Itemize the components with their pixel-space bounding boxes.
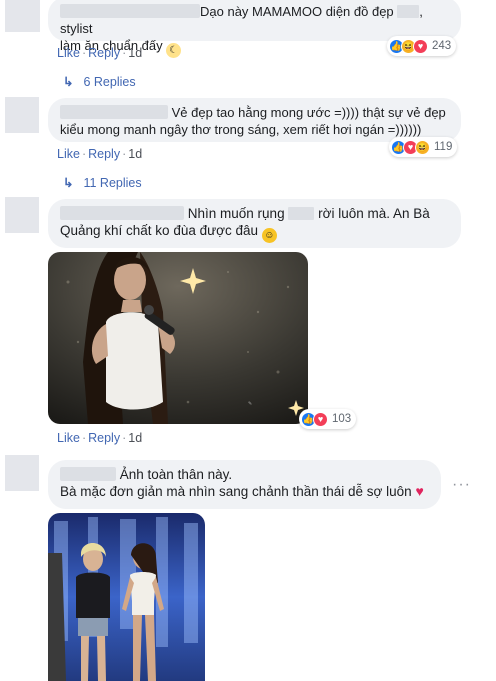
reaction-summary[interactable]: 👍 ♥ 103 bbox=[299, 409, 357, 429]
comment-actions: Like · Reply · 1d bbox=[57, 147, 143, 161]
stage-photo-image bbox=[48, 513, 205, 681]
comment-text: kiểu mong manh ngây thơ trong sáng, xem … bbox=[60, 122, 422, 137]
smiling-face-emoji-icon: ☺ bbox=[261, 228, 277, 243]
reaction-count: 119 bbox=[434, 141, 453, 153]
more-options-icon[interactable]: ··· bbox=[452, 476, 471, 494]
avatar[interactable] bbox=[5, 197, 39, 233]
love-reaction-icon: ♥ bbox=[413, 38, 428, 54]
comment-text: Bà mặc đơn giản mà nhìn sang chảnh thần … bbox=[60, 484, 412, 499]
comment-bubble: Vẻ đẹp tao hằng mong ước =)))) thật sự v… bbox=[48, 98, 461, 142]
comment-actions: Like · Reply · 1d bbox=[57, 431, 143, 445]
reply-link[interactable]: Reply bbox=[88, 431, 120, 445]
attached-photo-concert[interactable]: ✎ bbox=[48, 252, 308, 424]
reaction-count: 103 bbox=[332, 413, 352, 425]
redacted-author-name[interactable] bbox=[60, 4, 200, 18]
reaction-summary[interactable]: 👍 ♥ 😆 119 bbox=[389, 137, 458, 157]
comment-text: Ảnh toàn thân này. bbox=[119, 467, 233, 482]
comment-actions: Like · Reply · 1d bbox=[57, 46, 143, 60]
comment-bubble: Ảnh toàn thân này. Bà mặc đơn giản mà nh… bbox=[48, 460, 441, 509]
comment-bubble: Nhìn muốn rụng rời luôn mà. An Bà Quảng … bbox=[48, 199, 461, 248]
crescent-moon-emoji-icon: ☾ bbox=[166, 43, 182, 58]
reaction-count: 243 bbox=[432, 40, 452, 52]
redacted-author-name[interactable] bbox=[60, 105, 168, 119]
view-replies-link[interactable]: ↳ 11 Replies bbox=[63, 175, 142, 190]
comment-text: Dạo này MAMAMOO diện đồ đẹp bbox=[200, 4, 394, 19]
comment-text: rời luôn mà. An Bà bbox=[318, 206, 430, 221]
redacted-author-name[interactable] bbox=[60, 206, 184, 220]
comment-text: Vẻ đẹp tao hằng mong ước =)))) thật sự v… bbox=[171, 105, 446, 120]
svg-text:✎: ✎ bbox=[248, 401, 252, 407]
replies-label: 6 Replies bbox=[83, 75, 136, 89]
reaction-summary[interactable]: 👍 😆 ♥ 243 bbox=[387, 36, 457, 56]
concert-photo-image: ✎ bbox=[48, 252, 308, 424]
avatar[interactable] bbox=[5, 455, 39, 491]
avatar[interactable] bbox=[5, 0, 40, 32]
avatar[interactable] bbox=[5, 97, 39, 133]
reply-arrow-icon: ↳ bbox=[63, 75, 74, 89]
timestamp[interactable]: 1d bbox=[128, 46, 142, 60]
reply-link[interactable]: Reply bbox=[88, 46, 120, 60]
like-link[interactable]: Like bbox=[57, 431, 80, 445]
view-replies-link[interactable]: ↳ 6 Replies bbox=[63, 74, 136, 89]
red-heart-emoji-icon: ♥ bbox=[415, 483, 424, 499]
like-link[interactable]: Like bbox=[57, 46, 80, 60]
comment-text: Quảng khí chất ko đùa được đâu bbox=[60, 223, 259, 238]
timestamp[interactable]: 1d bbox=[128, 147, 142, 161]
redacted-text bbox=[397, 5, 420, 18]
redacted-text bbox=[288, 207, 315, 220]
replies-label: 11 Replies bbox=[83, 176, 142, 190]
timestamp[interactable]: 1d bbox=[128, 431, 142, 445]
like-link[interactable]: Like bbox=[57, 147, 80, 161]
attached-photo-stage[interactable] bbox=[48, 513, 205, 681]
comment-bubble: Dạo này MAMAMOO diện đồ đẹp , stylist là… bbox=[48, 0, 461, 58]
love-reaction-icon: ♥ bbox=[313, 411, 328, 427]
redacted-author-name[interactable] bbox=[60, 467, 116, 481]
haha-reaction-icon: 😆 bbox=[415, 139, 430, 155]
comment-text: Nhìn muốn rụng bbox=[187, 206, 285, 221]
reply-link[interactable]: Reply bbox=[88, 147, 120, 161]
reply-arrow-icon: ↳ bbox=[63, 176, 74, 190]
